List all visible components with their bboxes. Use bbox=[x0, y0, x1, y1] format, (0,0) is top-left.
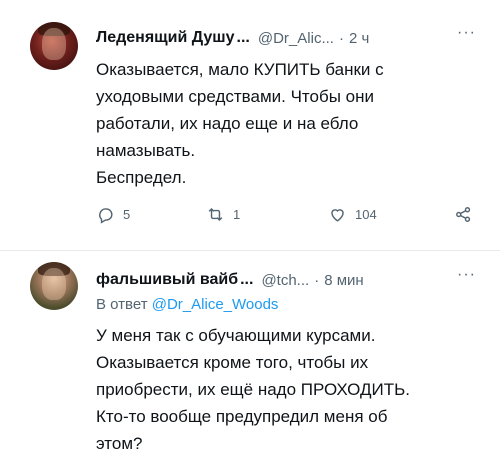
like-icon bbox=[331, 209, 344, 222]
avatar[interactable] bbox=[30, 22, 78, 70]
more-options-icon[interactable]: ··· bbox=[457, 266, 476, 284]
avatar[interactable] bbox=[30, 262, 78, 310]
tweet-text-line: Беспредел. bbox=[96, 168, 187, 187]
user-handle[interactable]: @Dr_Alic... bbox=[258, 30, 334, 47]
tweet-text-line: У меня так с обучающими курсами. bbox=[96, 326, 376, 345]
tweet-text-line: Оказывается кроме того, чтобы их bbox=[96, 353, 369, 372]
retweet-icon bbox=[208, 207, 223, 222]
tweet-2[interactable]: фальшивый вайб ... @tch... · 8 мин ··· В… bbox=[0, 252, 500, 457]
tweet-text-line: намазывать. bbox=[96, 141, 196, 160]
tweet-text-line: работали, их надо еще и на ебло bbox=[96, 114, 359, 133]
avatar-face bbox=[42, 268, 66, 300]
tweet-text: Оказывается, мало КУПИТЬ банки с уходовы… bbox=[96, 56, 476, 191]
divider bbox=[0, 250, 500, 251]
tweet-1[interactable]: Леденящий Душу ... @Dr_Alic... · 2 ч ···… bbox=[0, 0, 500, 250]
tweet-header: Леденящий Душу ... @Dr_Alic... · 2 ч bbox=[96, 26, 369, 50]
like-count: 104 bbox=[355, 207, 377, 222]
tweet-text: У меня так с обучающими курсами. Оказыва… bbox=[96, 322, 476, 457]
reply-mention-link[interactable]: @Dr_Alice_Woods bbox=[152, 296, 279, 313]
retweet-button[interactable]: 1 bbox=[206, 205, 240, 224]
share-icon bbox=[456, 207, 471, 222]
reply-button[interactable]: 5 bbox=[96, 205, 130, 224]
display-name[interactable]: фальшивый вайб bbox=[96, 271, 238, 289]
tweet-text-line: этом? bbox=[96, 434, 143, 453]
retweet-count: 1 bbox=[233, 207, 241, 222]
tweet-text-line: Оказывается, мало КУПИТЬ банки с bbox=[96, 60, 384, 79]
timestamp[interactable]: 2 ч bbox=[349, 30, 369, 47]
reply-icon bbox=[99, 208, 113, 224]
name-ellipsis: ... bbox=[236, 29, 250, 46]
like-button[interactable]: 104 bbox=[328, 205, 377, 224]
separator-dot: · bbox=[338, 29, 344, 47]
reply-prefix: В ответ bbox=[96, 296, 148, 313]
tweet-header: фальшивый вайб ... @tch... · 8 мин bbox=[96, 268, 364, 292]
separator-dot: · bbox=[314, 271, 320, 289]
reply-count: 5 bbox=[123, 207, 131, 222]
action-bar: 5 1 104 bbox=[96, 205, 476, 233]
display-name[interactable]: Леденящий Душу bbox=[96, 29, 235, 47]
avatar-face bbox=[42, 28, 66, 60]
timestamp[interactable]: 8 мин bbox=[324, 272, 364, 289]
tweet-text-line: Кто-то вообще предупредил меня об bbox=[96, 407, 388, 426]
reply-context: В ответ @Dr_Alice_Woods bbox=[96, 296, 278, 313]
share-button[interactable] bbox=[454, 205, 481, 224]
user-handle[interactable]: @tch... bbox=[261, 272, 309, 289]
name-ellipsis: ... bbox=[240, 271, 254, 288]
tweet-text-line: приобрести, их ещё надо ПРОХОДИТЬ. bbox=[96, 380, 411, 399]
more-options-icon[interactable]: ··· bbox=[457, 24, 476, 42]
tweet-text-line: уходовыми средствами. Чтобы они bbox=[96, 87, 374, 106]
